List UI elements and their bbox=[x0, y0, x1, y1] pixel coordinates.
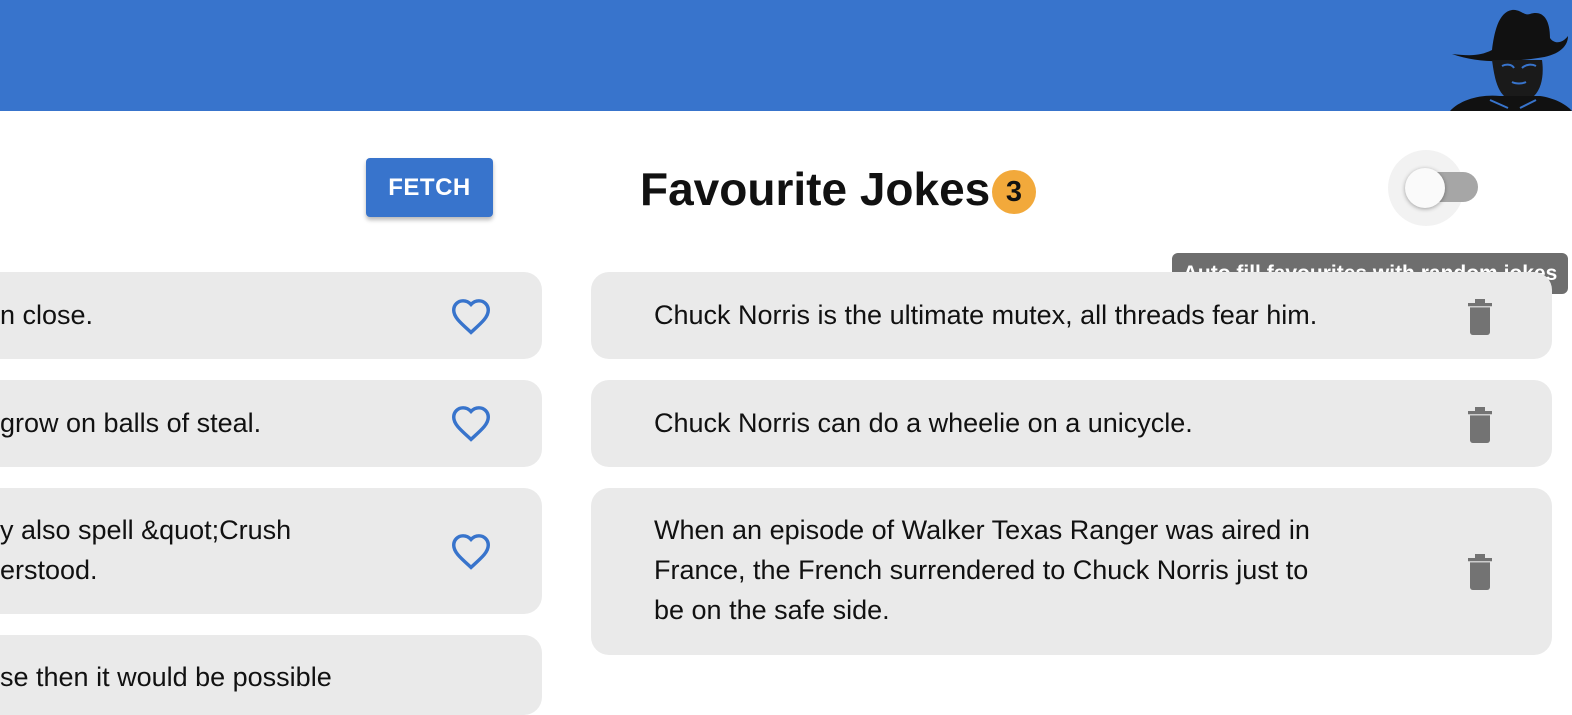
app-bar bbox=[0, 0, 1572, 111]
joke-text: n close. bbox=[0, 300, 94, 330]
favourites-title: Favourite Jokes bbox=[640, 163, 991, 215]
fetch-button[interactable]: FETCH bbox=[366, 158, 493, 217]
random-joke-card: n close. bbox=[0, 272, 542, 359]
joke-text: y also spell &quot;Crush erstood. bbox=[0, 515, 292, 585]
favourites-count-badge: 3 bbox=[992, 170, 1036, 214]
heart-outline-icon[interactable] bbox=[450, 532, 492, 570]
trash-icon[interactable] bbox=[1466, 405, 1494, 443]
random-joke-card: y also spell &quot;Crush erstood. bbox=[0, 488, 542, 614]
favourite-joke-card: Chuck Norris can do a wheelie on a unicy… bbox=[591, 380, 1552, 467]
joke-text: When an episode of Walker Texas Ranger w… bbox=[654, 515, 1310, 625]
favourite-joke-card: Chuck Norris is the ultimate mutex, all … bbox=[591, 272, 1552, 359]
chuck-norris-avatar-icon bbox=[1450, 9, 1572, 111]
trash-icon[interactable] bbox=[1466, 297, 1494, 335]
joke-text: Chuck Norris is the ultimate mutex, all … bbox=[654, 300, 1318, 330]
favourite-joke-card: When an episode of Walker Texas Ranger w… bbox=[591, 488, 1552, 655]
heart-outline-icon[interactable] bbox=[450, 297, 492, 335]
toggle-thumb bbox=[1405, 168, 1445, 208]
joke-text: Chuck Norris can do a wheelie on a unicy… bbox=[654, 408, 1193, 438]
random-joke-card: grow on balls of steal. bbox=[0, 380, 542, 467]
random-joke-card: se then it would be possible bbox=[0, 635, 542, 715]
trash-icon[interactable] bbox=[1466, 552, 1494, 590]
joke-text: grow on balls of steal. bbox=[0, 408, 262, 438]
joke-text: se then it would be possible bbox=[0, 662, 332, 692]
auto-fill-toggle[interactable] bbox=[1388, 150, 1488, 226]
heart-outline-icon[interactable] bbox=[450, 404, 492, 442]
